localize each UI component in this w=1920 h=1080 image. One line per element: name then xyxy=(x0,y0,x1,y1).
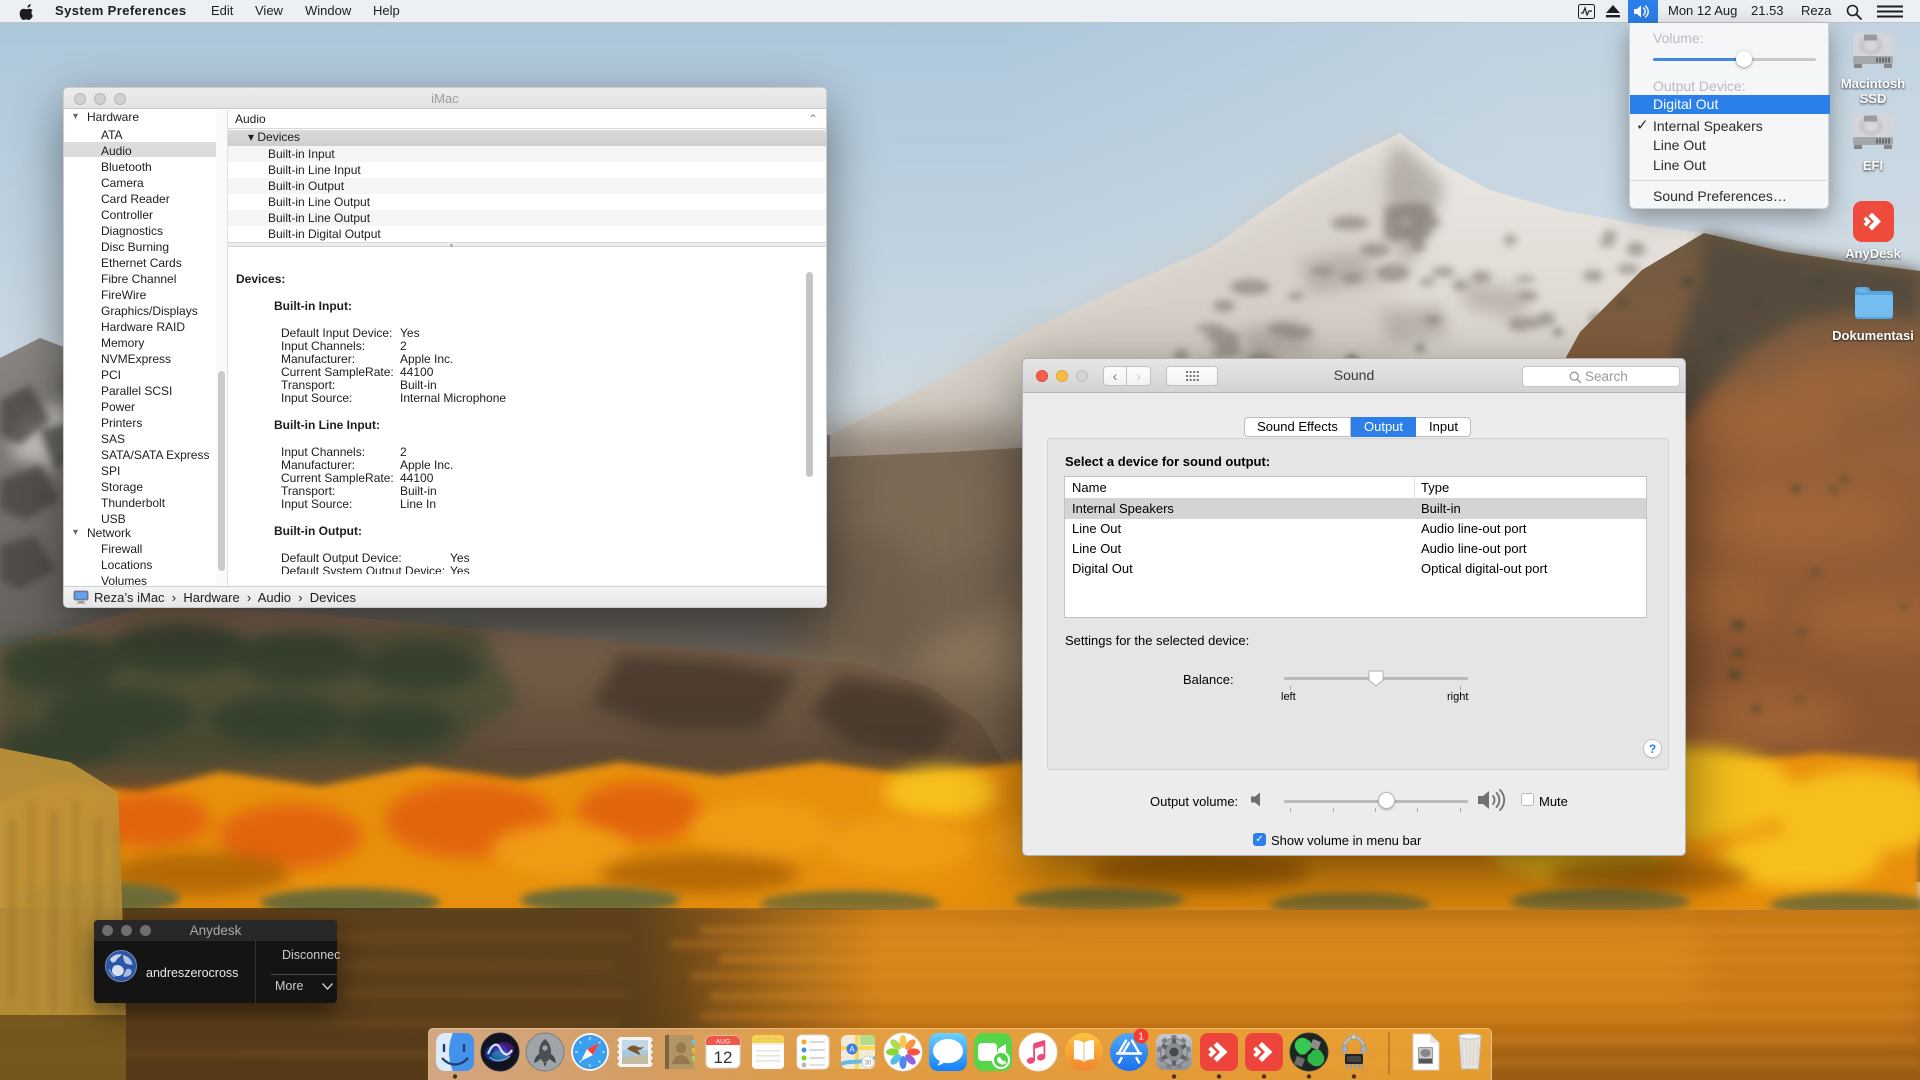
svg-text:AUG: AUG xyxy=(716,1039,730,1046)
svg-text:30: 30 xyxy=(865,1061,872,1067)
svg-text:A: A xyxy=(849,1045,855,1054)
svg-text:1: 1 xyxy=(1138,1032,1144,1043)
svg-text:12: 12 xyxy=(714,1048,733,1067)
